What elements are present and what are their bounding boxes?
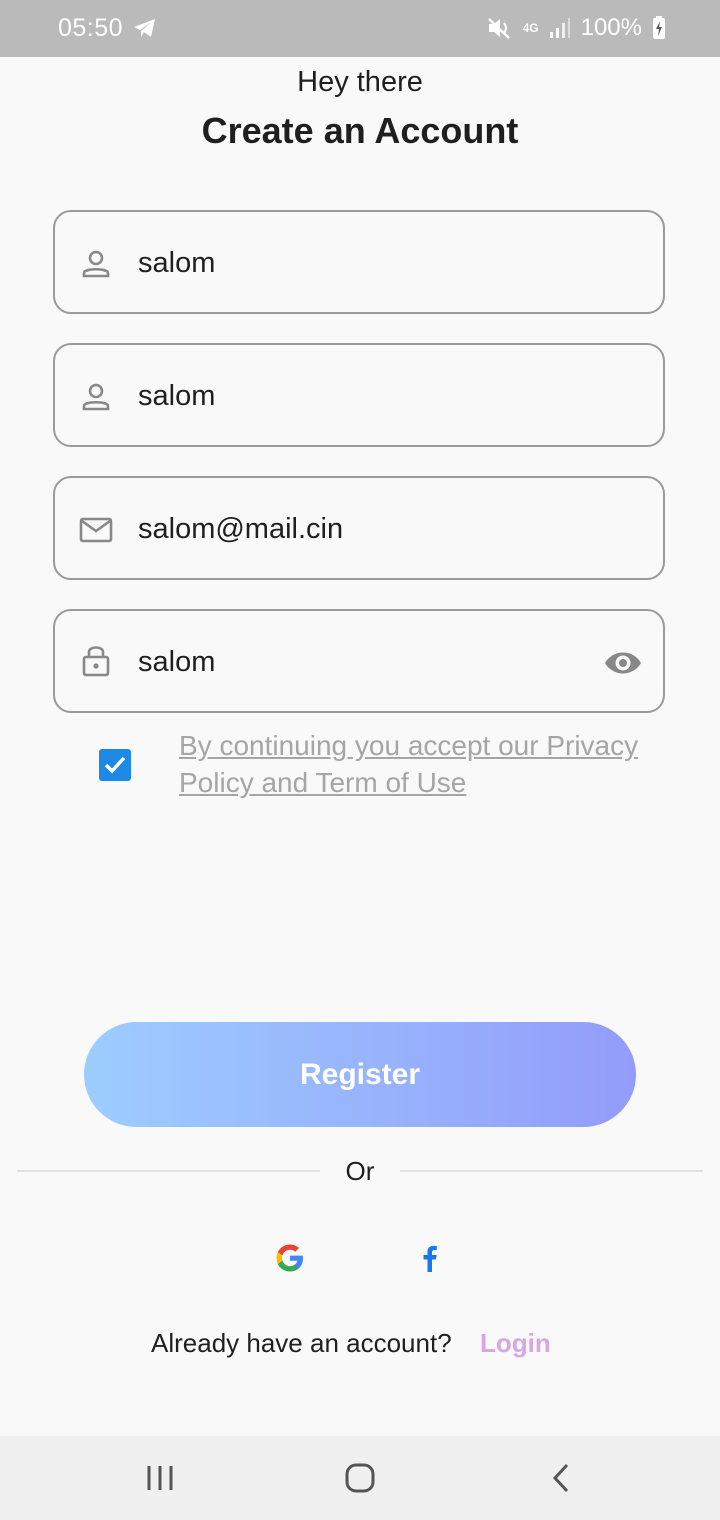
lock-icon [82,646,110,677]
network-type: 4G [522,21,539,35]
person-icon [82,383,110,411]
last-name-input[interactable] [138,369,578,423]
or-label: Or [345,1156,375,1186]
divider-left [17,1170,320,1172]
person-icon [82,250,110,278]
mute-icon [487,18,510,39]
signal-icon [549,18,570,38]
eye-icon[interactable] [603,647,643,679]
recents-icon[interactable] [140,1458,180,1498]
greeting-text: Hey there [297,66,423,98]
status-time: 05:50 [58,14,124,42]
battery-percent: 100% [580,14,642,41]
facebook-icon[interactable] [412,1240,448,1276]
login-link[interactable]: Login [480,1328,551,1359]
terms-link[interactable]: By continuing you accept our Privacy Pol… [179,727,649,801]
status-bar: 05:50 4G 100% [0,0,720,57]
divider-right [400,1170,703,1172]
telegram-icon [134,19,155,37]
email-field[interactable] [53,476,665,580]
page-title: Create an Account [201,110,519,151]
checkmark-icon [104,756,126,774]
last-name-field[interactable] [53,343,665,447]
google-icon[interactable] [272,1240,308,1276]
status-icons: 4G 100% [487,14,666,42]
password-field[interactable] [53,609,665,713]
register-button[interactable]: Register [84,1022,636,1127]
terms-checkbox[interactable] [99,749,131,781]
mail-icon [79,517,113,543]
password-input[interactable] [138,635,578,689]
battery-charging-icon [653,16,665,39]
already-account-text: Already have an account? [151,1328,452,1358]
email-input[interactable] [138,502,578,556]
navigation-bar [0,1436,720,1520]
first-name-input[interactable] [138,236,578,290]
home-icon[interactable] [340,1458,380,1498]
first-name-field[interactable] [53,210,665,314]
back-icon[interactable] [542,1458,582,1498]
